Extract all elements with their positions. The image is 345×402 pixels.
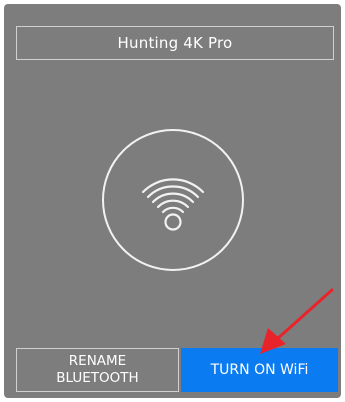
rename-bluetooth-label: RENAME BLUETOOTH	[56, 353, 139, 386]
screen: Hunting 4K Pro RENAME BLUETOOTH TURN ON …	[0, 0, 345, 402]
turn-on-wifi-button[interactable]: TURN ON WiFi	[181, 348, 338, 392]
device-title-bar: Hunting 4K Pro	[16, 26, 334, 60]
wifi-status-circle[interactable]	[102, 129, 244, 271]
rename-bluetooth-button[interactable]: RENAME BLUETOOTH	[16, 348, 179, 392]
wifi-icon	[141, 178, 205, 231]
camera-panel: Hunting 4K Pro RENAME BLUETOOTH TURN ON …	[4, 4, 341, 398]
turn-on-wifi-label: TURN ON WiFi	[210, 362, 309, 378]
device-title: Hunting 4K Pro	[117, 34, 233, 52]
red-arrow-icon	[260, 288, 334, 354]
